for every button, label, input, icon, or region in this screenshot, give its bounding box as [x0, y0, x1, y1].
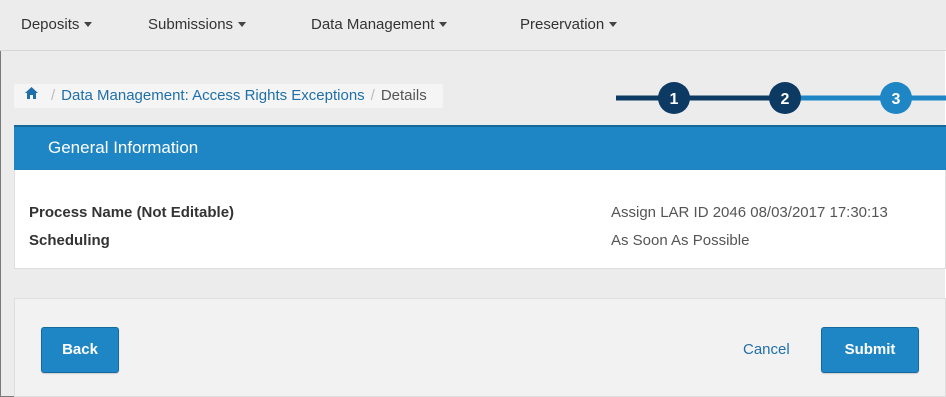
top-nav: Deposits Submissions Data Management Pre…: [0, 0, 946, 51]
field-row-scheduling: Scheduling As Soon As Possible: [29, 232, 749, 249]
nav-deposits[interactable]: Deposits: [21, 16, 93, 33]
field-value: Assign LAR ID 2046 08/03/2017 17:30:13: [611, 204, 888, 221]
field-value: As Soon As Possible: [611, 232, 750, 249]
submit-button[interactable]: Submit: [821, 327, 919, 373]
breadcrumb-link[interactable]: Data Management: Access Rights Exception…: [61, 87, 365, 104]
home-icon[interactable]: [24, 84, 39, 108]
step-2-label: 2: [781, 91, 790, 108]
nav-deposits-label: Deposits: [21, 16, 80, 33]
cancel-link[interactable]: Cancel: [743, 341, 790, 358]
panel-header: General Information: [14, 125, 946, 170]
back-button[interactable]: Back: [41, 327, 119, 373]
field-row-process-name: Process Name (Not Editable) Assign LAR I…: [29, 204, 888, 221]
nav-data-management-label: Data Management: [311, 16, 435, 33]
step-progress: 1 2 3: [616, 82, 946, 114]
action-footer: Back Cancel Submit: [14, 298, 946, 397]
caret-down-icon: [84, 21, 93, 27]
nav-preservation[interactable]: Preservation: [520, 16, 618, 33]
nav-submissions[interactable]: Submissions: [148, 16, 247, 33]
step-1: 1: [658, 82, 690, 114]
field-label: Process Name (Not Editable): [29, 204, 235, 221]
caret-down-icon: [609, 21, 618, 27]
step-3: 3: [880, 82, 912, 114]
step-3-label: 3: [892, 91, 901, 108]
panel-body: Process Name (Not Editable) Assign LAR I…: [14, 170, 946, 269]
nav-data-management[interactable]: Data Management: [311, 16, 448, 33]
breadcrumb-current: Details: [380, 87, 427, 104]
panel-title: General Information: [48, 138, 199, 157]
breadcrumb-separator: /: [51, 87, 56, 104]
breadcrumb-separator: /: [370, 87, 375, 104]
nav-submissions-label: Submissions: [148, 16, 234, 33]
caret-down-icon: [238, 21, 247, 27]
step-2: 2: [769, 82, 801, 114]
step-1-label: 1: [670, 91, 679, 108]
field-label: Scheduling: [29, 232, 110, 249]
breadcrumb: / Data Management: Access Rights Exceptio…: [14, 84, 443, 108]
caret-down-icon: [439, 21, 448, 27]
nav-preservation-label: Preservation: [520, 16, 605, 33]
